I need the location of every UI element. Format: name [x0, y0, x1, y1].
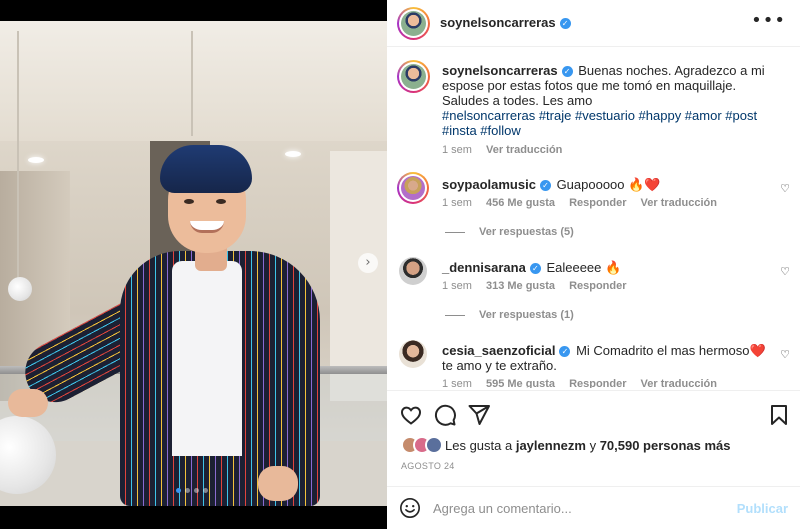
author-username[interactable]: soynelsoncarreras ✓ [440, 15, 571, 30]
caption-time[interactable]: 1 sem [442, 144, 472, 156]
likes-summary: Les gusta a jaylennezm y 70,590 personas… [401, 436, 731, 454]
verified-badge-icon: ✓ [529, 263, 541, 275]
reply-button[interactable]: Responder [569, 197, 626, 209]
commenter-username[interactable]: cesia_saenzoficial ✓ [442, 343, 571, 358]
comment-meta: 1 sem 456 Me gusta Responder Ver traducc… [442, 197, 717, 209]
comment-time[interactable]: 1 sem [442, 280, 472, 292]
carousel-dots [176, 488, 208, 493]
caption-meta: 1 sem Ver traducción [442, 144, 562, 156]
reply-button[interactable]: Responder [569, 280, 626, 292]
caption-username[interactable]: soynelsoncarreras ✓ [442, 63, 573, 78]
comment-meta: 1 sem 313 Me gusta Responder [442, 280, 627, 292]
translate-link[interactable]: Ver traducción [641, 197, 717, 209]
blue-hair [160, 145, 252, 193]
view-replies-label: Ver respuestas (5) [479, 226, 574, 238]
carousel-dot [194, 488, 199, 493]
like-comment-heart-icon[interactable]: ♡ [780, 182, 790, 195]
likes-connector: y [589, 437, 597, 453]
hand [258, 466, 298, 501]
comment-body: cesia_saenzoficial ✓ Mi Comadrito el mas … [442, 343, 766, 373]
comment-item: soypaolamusic ✓ Guapooooo 🔥❤️ ♡ 1 sem 456… [387, 172, 800, 252]
photo-scene [0, 21, 387, 506]
commenter-username[interactable]: _dennisarana ✓ [442, 260, 541, 275]
likes-prefix: Les gusta a [445, 437, 513, 453]
comment-text: Guapooooo 🔥❤️ [556, 177, 661, 192]
comment-likes[interactable]: 456 Me gusta [486, 197, 555, 209]
post-side-panel: soynelsoncarreras ✓ ••• soynelsoncarreras… [387, 0, 800, 529]
translate-link[interactable]: Ver traducción [641, 378, 717, 388]
replies-divider [445, 314, 465, 316]
eye [184, 199, 194, 204]
save-bookmark-icon[interactable] [767, 403, 791, 427]
post-date[interactable]: AGOSTO 24 [401, 461, 455, 471]
like-comment-heart-icon[interactable]: ♡ [780, 265, 790, 278]
author-avatar[interactable] [397, 7, 430, 40]
commenter-avatar[interactable] [399, 257, 427, 285]
add-comment-bar: Agrega un comentario... Publicar [387, 486, 800, 529]
caption: soynelsoncarreras ✓ Buenas noches. Agrade… [387, 58, 800, 168]
caption-body: soynelsoncarreras ✓ Buenas noches. Agrade… [442, 63, 766, 138]
liker-avatar [425, 436, 443, 454]
like-comment-heart-icon[interactable]: ♡ [780, 348, 790, 361]
caption-avatar[interactable] [397, 60, 430, 93]
commenter-avatar[interactable] [397, 172, 429, 204]
comment-body: _dennisarana ✓ Ealeeeee 🔥 [442, 260, 766, 275]
comment-item: _dennisarana ✓ Ealeeeee 🔥 ♡ 1 sem 313 Me … [387, 255, 800, 335]
likers-avatars[interactable] [401, 436, 443, 454]
hand [8, 389, 48, 417]
verified-badge-icon: ✓ [559, 18, 571, 30]
comment-time[interactable]: 1 sem [442, 197, 472, 209]
comment-body: soypaolamusic ✓ Guapooooo 🔥❤️ [442, 177, 766, 192]
reply-button[interactable]: Responder [569, 378, 626, 388]
comment-likes[interactable]: 595 Me gusta [486, 378, 555, 388]
comment-likes[interactable]: 313 Me gusta [486, 280, 555, 292]
comment-time[interactable]: 1 sem [442, 378, 472, 388]
comment-bubble-icon[interactable] [433, 403, 457, 427]
commenter-avatar[interactable] [399, 340, 427, 368]
carousel-dot [185, 488, 190, 493]
comment-item: cesia_saenzoficial ✓ Mi Comadrito el mas … [387, 338, 800, 388]
comment-input[interactable]: Agrega un comentario... [433, 501, 572, 516]
like-heart-icon[interactable] [399, 403, 423, 427]
comment-meta: 1 sem 595 Me gusta Responder Ver traducc… [442, 378, 717, 388]
emoji-icon[interactable] [399, 497, 421, 519]
liker-username[interactable]: jaylennezm [516, 438, 586, 453]
carousel-dot-active [176, 488, 181, 493]
replies-divider [445, 231, 465, 233]
translate-link[interactable]: Ver traducción [486, 144, 562, 156]
publish-button[interactable]: Publicar [737, 501, 788, 516]
carousel-next-button[interactable]: › [358, 253, 378, 273]
view-replies-button[interactable]: Ver respuestas (5) [445, 226, 574, 238]
commenter-username[interactable]: soypaolamusic ✓ [442, 177, 551, 192]
caption-text-line2: Saludes a todes. Les amo [442, 93, 593, 108]
likes-count[interactable]: 70,590 personas más [600, 438, 731, 453]
post-photo[interactable]: › [0, 0, 387, 529]
view-replies-label: Ver respuestas (1) [479, 309, 574, 321]
share-send-icon[interactable] [467, 403, 491, 427]
eye [216, 199, 226, 204]
white-shirt [172, 261, 242, 456]
view-replies-button[interactable]: Ver respuestas (1) [445, 309, 574, 321]
caption-hashtags[interactable]: #nelsoncarreras #traje #vestuario #happy… [442, 108, 757, 138]
verified-badge-icon: ✓ [559, 346, 571, 358]
comments-list: soynelsoncarreras ✓ Buenas noches. Agrade… [387, 48, 800, 388]
verified-badge-icon: ✓ [539, 180, 551, 192]
carousel-dot [203, 488, 208, 493]
more-options-icon[interactable]: ••• [751, 10, 786, 31]
person-figure [0, 21, 387, 506]
verified-badge-icon: ✓ [561, 66, 573, 78]
comment-text: Ealeeeee 🔥 [546, 260, 622, 275]
post-actions-bar [387, 390, 800, 430]
post-header: soynelsoncarreras ✓ ••• [387, 0, 800, 47]
